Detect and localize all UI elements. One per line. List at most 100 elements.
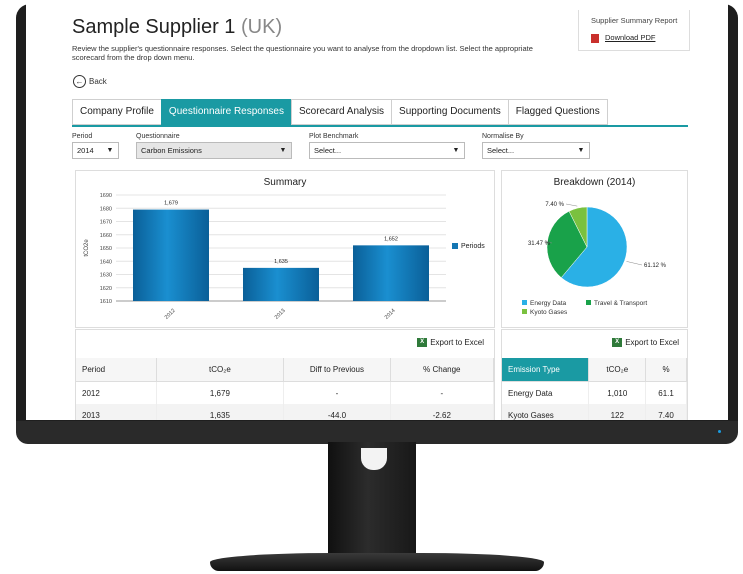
questionnaire-label: Questionnaire bbox=[136, 133, 180, 140]
page-title: Sample Supplier 1 (UK) bbox=[72, 16, 282, 39]
tab-company-profile[interactable]: Company Profile bbox=[72, 99, 161, 125]
cell-period: 2012 bbox=[76, 381, 157, 404]
col-diff: Diff to Previous bbox=[283, 358, 391, 382]
period-value: 2014 bbox=[77, 146, 94, 155]
y-tick-label: 1640 bbox=[100, 259, 112, 265]
back-label: Back bbox=[89, 77, 107, 86]
tab-scorecard-analysis[interactable]: Scorecard Analysis bbox=[291, 99, 392, 125]
supplier-country: (UK) bbox=[241, 16, 283, 38]
breakdown-pie-chart: 61.12 % 31.47 % 7.40 % Energy Data Travel & … bbox=[522, 202, 667, 316]
col-tco2e: tCO₂e bbox=[156, 358, 285, 382]
pie-label-leader bbox=[626, 261, 643, 266]
report-title: Supplier Summary Report bbox=[591, 16, 678, 25]
x-tick-label: 2014 bbox=[384, 308, 397, 321]
tab-flagged-questions[interactable]: Flagged Questions bbox=[507, 99, 608, 125]
tab-supporting-documents[interactable]: Supporting Documents bbox=[391, 99, 508, 125]
bar bbox=[133, 209, 209, 301]
pie-data-label: 31.47 % bbox=[528, 241, 551, 247]
legend-swatch bbox=[522, 300, 527, 305]
legend-label: Energy Data bbox=[530, 300, 567, 307]
breakdown-chart-panel: Breakdown (2014) 61.12 % 31.47 % 7.40 % Ene… bbox=[501, 170, 688, 328]
table-row: 2013 1,635 -44.0 -2.62 bbox=[76, 404, 495, 420]
cell-tco2e: 1,679 bbox=[156, 381, 285, 404]
table-header-row: Emission Type tCO₂e % bbox=[502, 358, 687, 382]
y-tick-label: 1690 bbox=[100, 193, 112, 199]
cell-tco2e: 122 bbox=[588, 404, 647, 420]
cell-change: - bbox=[390, 381, 495, 404]
y-tick-label: 1630 bbox=[100, 273, 112, 279]
col-period: Period bbox=[76, 358, 157, 382]
y-tick-label: 1620 bbox=[100, 286, 112, 292]
cell-period: 2013 bbox=[76, 404, 157, 420]
legend-label: Periods bbox=[461, 243, 485, 250]
table-header-row: Period tCO₂e Diff to Previous % Change bbox=[76, 358, 495, 382]
legend-swatch bbox=[586, 300, 591, 305]
col-emission-type: Emission Type bbox=[502, 358, 590, 382]
period-label: Period bbox=[72, 133, 93, 140]
power-light bbox=[718, 430, 721, 433]
export-excel-button[interactable]: X Export to Excel bbox=[417, 338, 484, 347]
bar-data-label: 1,679 bbox=[164, 201, 178, 207]
normalise-select[interactable]: Select... ▼ bbox=[482, 142, 590, 159]
y-axis-label: tCO2e bbox=[84, 239, 90, 257]
bar bbox=[243, 267, 319, 301]
cell-percent: 7.40 bbox=[645, 404, 687, 420]
table-row: Energy Data 1,010 61.1 bbox=[502, 381, 687, 404]
tab-underline bbox=[72, 125, 688, 127]
table-row: Kyoto Gases 122 7.40 bbox=[502, 404, 687, 420]
y-tick-label: 1650 bbox=[100, 246, 112, 252]
excel-icon: X bbox=[612, 338, 623, 347]
tab-bar: Company Profile Questionnaire Responses … bbox=[72, 99, 608, 125]
chevron-down-icon: ▼ bbox=[577, 147, 585, 154]
cell-tco2e: 1,010 bbox=[588, 381, 647, 404]
x-tick-label: 2012 bbox=[164, 308, 177, 321]
monitor-base bbox=[210, 553, 544, 571]
y-tick-label: 1670 bbox=[100, 220, 112, 226]
col-percent: % bbox=[645, 358, 687, 382]
monitor-bezel bbox=[16, 421, 738, 444]
summary-table-panel: X Export to Excel Period tCO₂e Diff to P… bbox=[75, 329, 495, 420]
period-select[interactable]: 2014 ▼ bbox=[72, 142, 119, 159]
chevron-down-icon: ▼ bbox=[279, 147, 287, 154]
legend-swatch bbox=[522, 309, 527, 314]
col-change: % Change bbox=[390, 358, 495, 382]
questionnaire-select[interactable]: Carbon Emissions ▼ bbox=[136, 142, 292, 159]
screen: Sample Supplier 1 (UK) Review the suppli… bbox=[26, 0, 728, 420]
excel-icon: X bbox=[417, 338, 428, 347]
export-excel-button[interactable]: X Export to Excel bbox=[612, 338, 679, 347]
pie-data-label: 7.40 % bbox=[545, 202, 564, 208]
table-row: 2012 1,679 - - bbox=[76, 381, 495, 404]
summary-report-box: Supplier Summary Report Download PDF bbox=[578, 10, 690, 51]
y-tick-label: 1660 bbox=[100, 233, 112, 239]
cell-diff: -44.0 bbox=[283, 404, 391, 420]
breakdown-table-panel: X Export to Excel Emission Type tCO₂e % … bbox=[501, 329, 688, 420]
benchmark-select[interactable]: Select... ▼ bbox=[309, 142, 465, 159]
bar-data-label: 1,635 bbox=[274, 259, 288, 265]
cell-percent: 61.1 bbox=[645, 381, 687, 404]
cell-change: -2.62 bbox=[390, 404, 495, 420]
y-tick-label: 1610 bbox=[100, 299, 112, 305]
bar bbox=[353, 245, 429, 301]
stand-cable-hole bbox=[361, 448, 387, 470]
back-arrow-icon: ← bbox=[73, 75, 86, 88]
summary-chart-panel: Summary 1610 1620 1630 1640 1650 1660 1670 1680… bbox=[75, 170, 495, 328]
page-intro: Review the supplier's questionnaire resp… bbox=[72, 44, 533, 62]
chevron-down-icon: ▼ bbox=[106, 147, 114, 154]
benchmark-label: Plot Benchmark bbox=[309, 133, 359, 140]
export-label: Export to Excel bbox=[625, 338, 679, 347]
y-tick-label: 1680 bbox=[100, 206, 112, 212]
chevron-down-icon: ▼ bbox=[452, 147, 460, 154]
download-pdf-link[interactable]: Download PDF bbox=[605, 33, 655, 42]
col-tco2e: tCO₂e bbox=[588, 358, 647, 382]
cell-diff: - bbox=[283, 381, 391, 404]
pie-label-leader bbox=[565, 203, 578, 207]
summary-table: Period tCO₂e Diff to Previous % Change 2… bbox=[76, 358, 495, 420]
benchmark-value: Select... bbox=[314, 146, 342, 155]
back-button[interactable]: ← Back bbox=[73, 75, 107, 88]
tab-questionnaire-responses[interactable]: Questionnaire Responses bbox=[160, 99, 291, 125]
x-tick-label: 2013 bbox=[274, 308, 287, 321]
cell-tco2e: 1,635 bbox=[156, 404, 285, 420]
legend-label: Travel & Transport bbox=[594, 300, 647, 307]
normalise-value: Select... bbox=[487, 146, 515, 155]
supplier-name: Sample Supplier 1 bbox=[72, 16, 236, 38]
